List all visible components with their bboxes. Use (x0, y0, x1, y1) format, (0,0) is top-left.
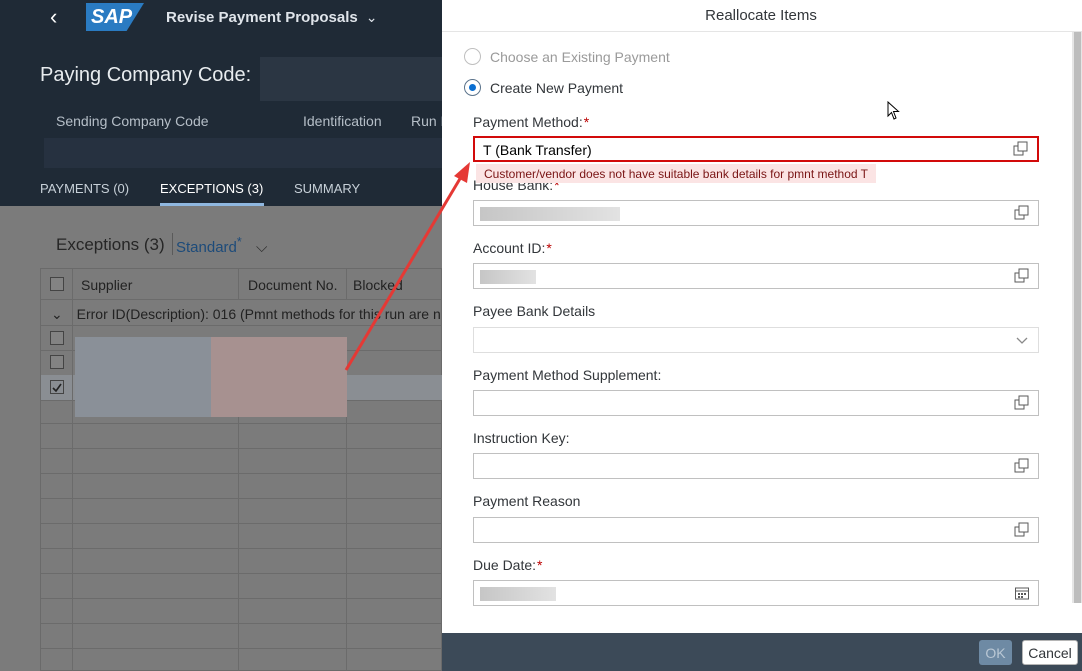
payee-bank-details-select[interactable] (473, 327, 1039, 353)
radio-choose-existing-payment[interactable]: Choose an Existing Payment (464, 48, 670, 65)
value-help-icon[interactable] (1014, 458, 1030, 474)
mouse-cursor-icon (887, 101, 900, 120)
chevron-down-icon[interactable]: ⌵ (256, 239, 267, 256)
column-header-supplier[interactable]: Supplier (81, 277, 132, 293)
payment-method-supplement-field[interactable] (473, 390, 1039, 416)
row-checkbox[interactable] (50, 331, 64, 345)
payment-reason-label: Payment Reason (473, 493, 581, 509)
required-marker: * (583, 114, 590, 130)
error-message: Customer/vendor does not have suitable b… (476, 164, 876, 183)
reallocate-items-dialog: Reallocate Items Choose an Existing Paym… (442, 0, 1082, 671)
app-title[interactable]: Revise Payment Proposals (166, 9, 358, 26)
dialog-title: Reallocate Items (442, 0, 1082, 32)
account-id-label: Account ID:* (473, 240, 552, 256)
redacted-attribute-values (44, 138, 444, 168)
instruction-key-field[interactable] (473, 453, 1039, 479)
divider (172, 233, 173, 255)
group-header-label: Error ID(Description): 016 (Pmnt methods… (76, 306, 441, 322)
radio-button-new[interactable] (464, 79, 481, 96)
due-date-label: Due Date:* (473, 557, 543, 573)
group-header-row[interactable]: ⌄ Error ID(Description): 016 (Pmnt metho… (51, 306, 441, 323)
tab-payments[interactable]: PAYMENTS (0) (40, 181, 129, 196)
radio-create-new-payment[interactable]: Create New Payment (464, 79, 623, 96)
variant-label: Standard (176, 239, 237, 256)
value-help-icon[interactable] (1014, 268, 1030, 284)
house-bank-field[interactable] (473, 200, 1039, 226)
tab-summary[interactable]: SUMMARY (294, 181, 360, 196)
row-checkbox-checked[interactable] (50, 380, 64, 394)
cancel-button[interactable]: Cancel (1022, 640, 1078, 665)
ok-button[interactable]: OK (979, 640, 1012, 665)
payment-method-supplement-label: Payment Method Supplement: (473, 367, 662, 383)
exceptions-table: Supplier Document No. Blocked ⌄ Error ID… (40, 268, 443, 671)
chevron-down-icon[interactable]: ⌄ (366, 9, 378, 26)
redacted-highlight (211, 337, 347, 417)
page-title: Paying Company Code: (40, 64, 252, 86)
account-id-field[interactable] (473, 263, 1039, 289)
redacted-value (480, 207, 620, 221)
payment-method-value: T (Bank Transfer) (483, 142, 592, 158)
payment-method-field[interactable]: T (Bank Transfer) (473, 136, 1039, 162)
payment-method-label: Payment Method:* (473, 114, 590, 130)
variant-modified-marker: * (236, 235, 242, 249)
value-help-icon[interactable] (1014, 522, 1030, 538)
chevron-down-icon[interactable]: ⌄ (51, 306, 63, 322)
checkmark-icon (52, 383, 62, 393)
scrollbar-thumb[interactable] (1074, 32, 1081, 603)
value-help-icon[interactable] (1014, 205, 1030, 221)
radio-label-existing: Choose an Existing Payment (490, 48, 670, 65)
radio-button-existing[interactable] (464, 48, 481, 65)
attribute-sending-company-code: Sending Company Code (56, 113, 209, 129)
scrollbar[interactable] (1072, 32, 1082, 603)
row-checkbox[interactable] (50, 355, 64, 369)
required-marker: * (537, 557, 543, 573)
table-title: Exceptions (3) (56, 235, 165, 254)
attribute-identification: Identification (303, 113, 382, 129)
column-header-blocked[interactable]: Blocked (353, 277, 403, 293)
column-header-document-no[interactable]: Document No. (248, 277, 337, 293)
sap-logo[interactable]: SAP (86, 3, 144, 31)
due-date-field[interactable] (473, 580, 1039, 606)
back-icon[interactable]: ‹ (50, 4, 70, 30)
value-help-icon[interactable] (1013, 141, 1029, 157)
radio-label-new: Create New Payment (490, 79, 624, 96)
instruction-key-label: Instruction Key: (473, 430, 570, 446)
payment-reason-field[interactable] (473, 517, 1039, 543)
variant-selector[interactable]: Standard* ⌵ (176, 235, 267, 256)
chevron-down-icon[interactable] (1014, 332, 1030, 348)
dialog-footer: OK Cancel (442, 633, 1082, 671)
select-all-checkbox[interactable] (50, 277, 64, 291)
required-marker: * (546, 240, 552, 256)
value-help-icon[interactable] (1014, 395, 1030, 411)
payee-bank-details-label: Payee Bank Details (473, 303, 596, 319)
redacted-value (480, 270, 536, 284)
redacted-value (260, 57, 450, 101)
tab-exceptions[interactable]: EXCEPTIONS (3) (160, 181, 263, 196)
redacted-value (480, 587, 556, 601)
calendar-icon[interactable] (1014, 585, 1030, 601)
